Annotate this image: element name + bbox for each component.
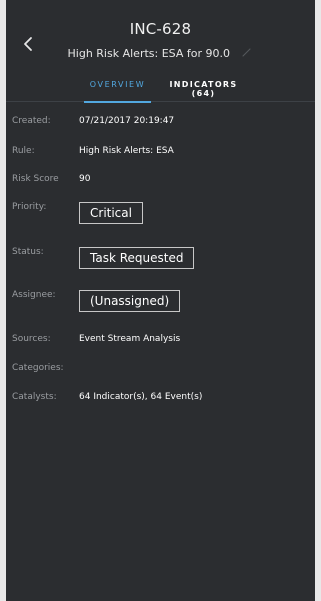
sources-label: Sources:: [12, 334, 51, 344]
edit-name-button[interactable]: [241, 46, 253, 58]
created-label: Created:: [12, 116, 51, 126]
incident-subtitle: High Risk Alerts: ESA for 90.0: [6, 46, 315, 60]
tab-indicators[interactable]: INDICATORS (64): [156, 80, 251, 102]
tab-overview[interactable]: OVERVIEW: [84, 80, 151, 103]
rule-value: High Risk Alerts: ESA: [79, 146, 174, 156]
rule-label: Rule:: [12, 146, 35, 156]
sources-value: Event Stream Analysis: [79, 334, 181, 344]
priority-label: Priority:: [12, 202, 47, 212]
pencil-icon: [242, 48, 252, 57]
categories-label: Categories:: [12, 363, 64, 373]
catalysts-label: Catalysts:: [12, 392, 57, 402]
incident-panel: INC-628 High Risk Alerts: ESA for 90.0 O…: [6, 0, 315, 601]
risk-score-value: 90: [79, 174, 91, 184]
incident-header: INC-628 High Risk Alerts: ESA for 90.0 O…: [6, 0, 315, 103]
priority-select[interactable]: Critical: [79, 202, 143, 224]
created-value: 07/21/2017 20:19:47: [79, 116, 175, 126]
assignee-select[interactable]: (Unassigned): [79, 290, 181, 312]
incident-name: High Risk Alerts: ESA for 90.0: [67, 47, 230, 60]
incident-id: INC-628: [129, 20, 192, 38]
catalysts-value: 64 Indicator(s), 64 Event(s): [79, 392, 203, 402]
status-label: Status:: [12, 247, 44, 257]
tab-bar: OVERVIEW INDICATORS (64): [6, 80, 315, 103]
assignee-label: Assignee:: [12, 290, 56, 300]
risk-score-label: Risk Score: [12, 174, 59, 184]
status-select[interactable]: Task Requested: [79, 247, 195, 269]
